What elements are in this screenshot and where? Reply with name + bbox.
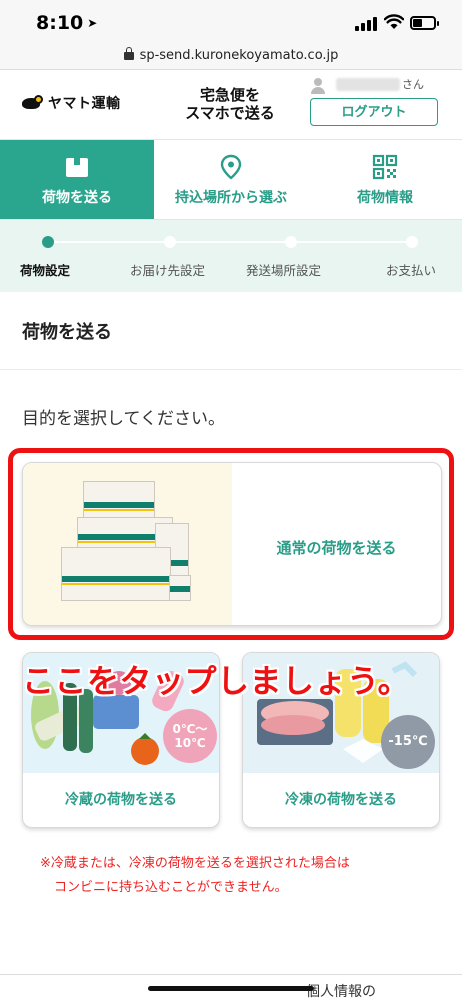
box-icon xyxy=(66,158,88,177)
frozen-package-label: 冷凍の荷物を送る xyxy=(285,792,397,808)
step-label-payment: お支払い xyxy=(386,263,437,278)
page-title: 荷物を送る xyxy=(22,322,112,343)
yamato-logo[interactable]: ヤマト運輸 xyxy=(20,93,121,113)
normal-package-card[interactable]: 通常の荷物を送る xyxy=(22,462,442,626)
tagline-line-1: 宅急便を xyxy=(199,86,260,104)
map-pin-icon xyxy=(220,154,242,180)
tab-dropoff-location[interactable]: 持込場所から選ぶ xyxy=(154,140,308,219)
user-suffix: さん xyxy=(402,78,424,91)
step-progress: 荷物設定 お届け先設定 発送場所設定 お支払い xyxy=(0,220,462,292)
logout-button[interactable]: ログアウト xyxy=(310,98,438,126)
step-dot xyxy=(285,236,297,248)
url-text: sp-send.kuronekoyamato.co.jp xyxy=(139,48,339,63)
status-time: 8:10 ➤ xyxy=(36,12,98,34)
tab-send-package[interactable]: 荷物を送る xyxy=(0,140,154,219)
step-label-destination: お届け先設定 xyxy=(130,263,206,278)
user-icon xyxy=(311,78,325,94)
tab-label: 荷物情報 xyxy=(357,190,413,206)
cold-delivery-notice: ※冷蔵または、冷凍の荷物を送るを選択された場合は コンビニに持ち込むことができま… xyxy=(40,852,440,900)
qr-code-icon xyxy=(372,154,398,180)
tab-label: 荷物を送る xyxy=(42,190,112,206)
normal-package-label: 通常の荷物を送る xyxy=(276,539,397,557)
lock-icon xyxy=(123,47,134,60)
cellular-signal-icon xyxy=(355,17,377,31)
step-label-package: 荷物設定 xyxy=(20,263,71,278)
tab-label: 持込場所から選ぶ xyxy=(175,190,287,206)
chilled-package-label: 冷蔵の荷物を送る xyxy=(65,792,177,808)
logo-text: ヤマト運輸 xyxy=(48,96,121,112)
url-bar[interactable]: sp-send.kuronekoyamato.co.jp xyxy=(0,44,462,70)
step-line xyxy=(48,241,412,243)
instruction-text: 目的を選択してください。 xyxy=(22,409,225,429)
step-dot xyxy=(406,236,418,248)
step-label-shipping-location: 発送場所設定 xyxy=(246,263,322,278)
black-cat-logo-icon xyxy=(20,94,44,112)
notice-line-1: ※冷蔵または、冷凍の荷物を送るを選択された場合は xyxy=(40,856,350,871)
service-tagline: 宅急便を スマホで送る xyxy=(182,86,278,122)
wifi-icon xyxy=(384,14,404,29)
step-dot-active xyxy=(42,236,54,248)
temperature-badge-chilled: 0℃～ 10℃ xyxy=(163,709,217,763)
tab-package-info[interactable]: 荷物情報 xyxy=(308,140,462,219)
status-bar: 8:10 ➤ xyxy=(0,0,462,44)
stacked-boxes-illustration xyxy=(23,463,232,625)
main-tab-nav: 荷物を送る 持込場所から選ぶ 荷物情報 xyxy=(0,140,462,220)
temperature-badge-frozen: -15℃ xyxy=(381,715,435,769)
privacy-link[interactable]: 個人情報の xyxy=(306,981,376,1000)
site-header: ヤマト運輸 宅急便を スマホで送る さん ログアウト xyxy=(0,70,462,140)
step-dot xyxy=(164,236,176,248)
location-arrow-icon: ➤ xyxy=(87,16,98,30)
page-title-band: 荷物を送る xyxy=(0,292,462,370)
tagline-line-2: スマホで送る xyxy=(185,104,275,122)
notice-line-2: コンビニに持ち込むことができません。 xyxy=(54,880,288,895)
tap-here-annotation: ここをタップしましょう。 xyxy=(22,662,411,700)
home-indicator[interactable] xyxy=(148,986,314,991)
battery-icon xyxy=(410,16,439,30)
user-name-redacted xyxy=(336,78,400,91)
